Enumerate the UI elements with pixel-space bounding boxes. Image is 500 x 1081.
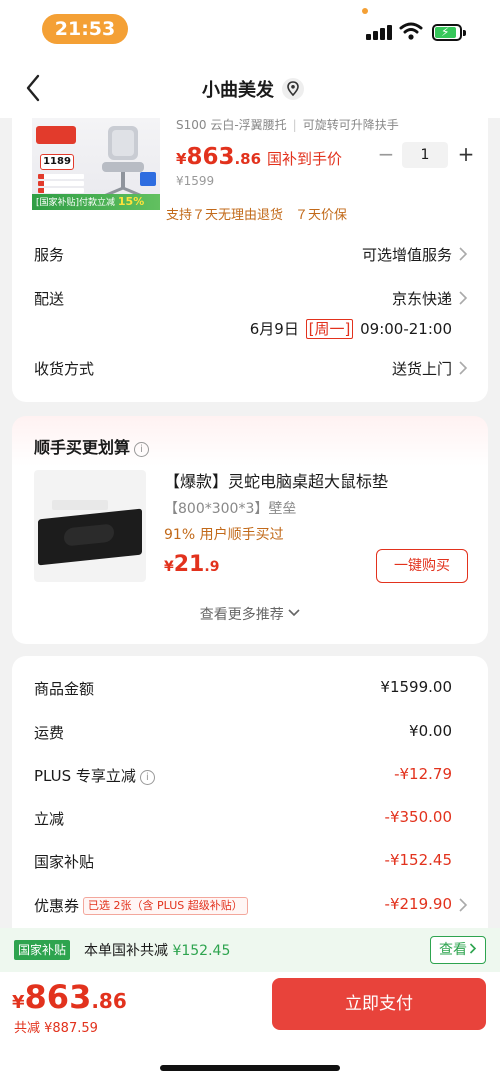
recommendation-bought-rate: 91% 用户顺手买过 bbox=[164, 527, 284, 543]
page-title: 小曲美发 bbox=[202, 80, 274, 101]
delivery-row[interactable]: 配送 京东快递 6月9日 [周一] 09:00-21:00 bbox=[34, 288, 468, 344]
summary-row-national-subsidy: 国家补贴 -¥152.45 bbox=[34, 851, 452, 871]
info-icon[interactable]: i bbox=[139, 770, 155, 785]
subsidy-summary: 本单国补共减 ¥152.45 bbox=[84, 943, 231, 959]
promo-badge bbox=[36, 126, 76, 144]
subsidy-tag: 国家补贴 bbox=[14, 940, 71, 960]
weekday-tag: [周一] bbox=[305, 319, 354, 339]
home-indicator[interactable] bbox=[160, 1065, 340, 1071]
product-spec[interactable]: S100 云白-浮翼腰托 | 可旋转可升降扶手 bbox=[176, 116, 399, 133]
recommendation-card: 顺手买更划算 i 【爆款】灵蛇电脑桌超大鼠标垫 【800*300*3】壁垒 91%… bbox=[12, 416, 488, 644]
summary-row-shipping: 运费 ¥0.00 bbox=[34, 722, 452, 742]
delivery-time: 6月9日 [周一] 09:00-21:00 bbox=[249, 319, 452, 339]
recommendation-title: 顺手买更划算 i bbox=[34, 434, 150, 458]
original-price: ¥1599 bbox=[176, 174, 215, 188]
summary-row-instant-discount: 立减 -¥350.00 bbox=[34, 808, 452, 828]
receive-method-row[interactable]: 收货方式 送货上门 bbox=[34, 358, 468, 380]
summary-row-plus-discount: PLUS 专享立减 i -¥12.79 bbox=[34, 765, 452, 785]
order-product-card: 1189 [国家补贴]付款立减 15% S100 云白-浮翼腰托 | 可旋转可升降扶… bbox=[12, 118, 488, 402]
subsidy-price-label: 国补到手价 bbox=[267, 150, 343, 168]
signal-icon bbox=[366, 24, 392, 40]
view-subsidy-button[interactable]: 查看 bbox=[430, 936, 486, 964]
battery-icon: ⚡ bbox=[432, 24, 466, 41]
recommendation-price: ¥21.9 bbox=[164, 552, 220, 577]
price-summary-card: 商品金额 ¥1599.00 运费 ¥0.00 PLUS 专享立减 i -¥12.7… bbox=[12, 656, 488, 946]
wifi-icon bbox=[399, 22, 423, 40]
subsidy-banner: 国家补贴 本单国补共减 ¥152.45 查看 bbox=[0, 928, 500, 972]
summary-row-coupon[interactable]: 优惠券 已选 2张（含 PLUS 超级补贴） -¥219.90 bbox=[34, 895, 468, 917]
coupon-tag: 已选 2张（含 PLUS 超级补贴） bbox=[83, 897, 248, 915]
recommendation-name[interactable]: 【爆款】灵蛇电脑桌超大鼠标垫 bbox=[164, 468, 388, 492]
chevron-down-icon bbox=[288, 609, 300, 617]
chevron-right-icon bbox=[459, 247, 468, 261]
one-click-buy-button[interactable]: 一键购买 bbox=[376, 549, 468, 583]
return-policy: 支持７天无理由退货 bbox=[166, 208, 284, 223]
price-protection: ７天价保 bbox=[295, 208, 348, 223]
chevron-right-icon bbox=[459, 898, 468, 912]
location-pin-icon[interactable] bbox=[282, 78, 304, 100]
service-promises: 支持７天无理由退货 ７天价保 bbox=[166, 204, 347, 223]
recommendation-spec: 【800*300*3】壁垒 bbox=[164, 501, 297, 517]
service-row[interactable]: 服务 可选增值服务 bbox=[34, 244, 468, 266]
status-time: 21:53 bbox=[42, 14, 128, 44]
total-saving: 共减 ¥887.59 bbox=[14, 1021, 98, 1036]
nav-bar: 小曲美发 bbox=[0, 58, 500, 118]
quantity-stepper: − 1 + bbox=[374, 142, 478, 168]
mousepad-image[interactable] bbox=[34, 470, 146, 582]
chair-illustration bbox=[102, 126, 144, 198]
decrease-button[interactable]: − bbox=[374, 142, 398, 168]
pay-now-button[interactable]: 立即支付 bbox=[272, 978, 486, 1030]
chevron-right-icon bbox=[459, 291, 468, 305]
product-price: ¥863.86 国补到手价 bbox=[176, 144, 343, 170]
subsidy-band: [国家补贴]付款立减 15% bbox=[32, 194, 160, 210]
info-icon[interactable]: i bbox=[134, 442, 150, 457]
see-more-recommendations[interactable]: 查看更多推荐 bbox=[12, 604, 488, 624]
product-image[interactable]: 1189 [国家补贴]付款立减 15% bbox=[32, 118, 160, 210]
chevron-right-icon bbox=[459, 361, 468, 375]
image-price-tag: 1189 bbox=[40, 154, 74, 170]
quantity-input[interactable]: 1 bbox=[402, 142, 448, 168]
privacy-indicator-dot bbox=[362, 8, 368, 14]
increase-button[interactable]: + bbox=[454, 142, 478, 168]
total-price: ¥863.86 bbox=[12, 978, 127, 1016]
summary-row-goods-amount: 商品金额 ¥1599.00 bbox=[34, 678, 452, 698]
status-bar: 21:53 ⚡ bbox=[0, 0, 500, 58]
chevron-right-icon bbox=[469, 943, 477, 954]
checkout-bar: ¥863.86 共减 ¥887.59 立即支付 bbox=[0, 972, 500, 1081]
